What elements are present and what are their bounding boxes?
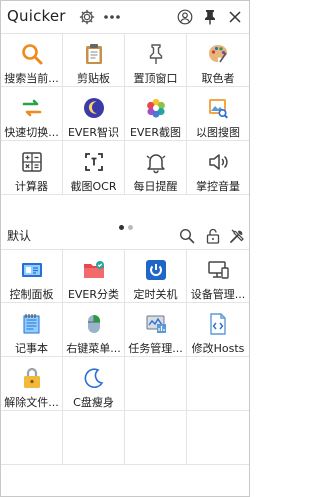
action-label: EVER分类 (67, 288, 120, 301)
code-file-icon (205, 311, 231, 337)
action-ever-category[interactable]: EVER分类 (63, 249, 125, 303)
action-color-picker[interactable]: 取色者 (187, 33, 249, 87)
action-unlock-file[interactable]: 解除文件... (1, 357, 63, 411)
palette-icon (205, 41, 231, 67)
action-label: 设备管理... (190, 288, 246, 301)
action-clipboard[interactable]: 剪贴板 (63, 33, 125, 87)
action-label: 取色者 (201, 72, 235, 85)
task-manager-icon (143, 311, 169, 337)
ever-knowledge-icon (81, 95, 107, 121)
control-panel-icon (19, 257, 45, 283)
tools-icon[interactable] (228, 227, 246, 245)
settings-gear-icon[interactable] (77, 7, 97, 27)
action-label: 剪贴板 (77, 72, 110, 85)
action-control-panel[interactable]: 控制面板 (1, 249, 63, 303)
quicker-panel: Quicker 搜索当前... 剪贴板 置顶窗口 取色者 快速切换... EVE… (0, 0, 250, 497)
action-context-menu[interactable]: 右键菜单... (63, 303, 125, 357)
padlock-icon (19, 365, 45, 391)
speaker-volume-icon (205, 149, 231, 175)
app-title: Quicker (7, 7, 66, 25)
empty-slot (1, 411, 63, 465)
action-notepad[interactable]: 记事本 (1, 303, 63, 357)
action-calculator[interactable]: 计算器 (1, 141, 63, 195)
action-label: 置顶窗口 (133, 72, 178, 85)
action-edit-hosts[interactable]: 修改Hosts (187, 303, 249, 357)
empty-slot (187, 411, 249, 465)
page-dot[interactable] (128, 225, 133, 230)
close-icon[interactable] (225, 7, 245, 27)
action-label: 控制面板 (9, 288, 54, 301)
action-pin-window[interactable]: 置顶窗口 (125, 33, 187, 87)
section-label: 默认 (7, 229, 32, 243)
action-label: 记事本 (15, 342, 48, 355)
action-ever-knowledge[interactable]: EVER智识 (63, 87, 125, 141)
action-label: 截图OCR (70, 180, 117, 193)
calculator-icon (19, 149, 45, 175)
action-label: 快速切换... (4, 126, 59, 139)
folder-icon (81, 257, 107, 283)
action-label: C盘瘦身 (73, 396, 114, 409)
action-label: 解除文件... (4, 396, 59, 409)
empty-slot (63, 411, 125, 465)
action-label: 任务管理... (128, 342, 183, 355)
action-label: 以图搜图 (196, 126, 240, 139)
action-task-manager[interactable]: 任务管理... (125, 303, 187, 357)
pushpin-icon (143, 41, 169, 67)
action-timed-shutdown[interactable]: 定时关机 (125, 249, 187, 303)
action-label: 右键菜单... (66, 342, 121, 355)
clipboard-icon (81, 41, 107, 67)
action-label: 搜索当前... (4, 72, 59, 85)
more-menu-icon[interactable] (102, 7, 122, 27)
default-action-grid: 控制面板 EVER分类 定时关机 设备管理... 记事本 右键菜单... 任务管… (1, 249, 249, 465)
power-icon (143, 257, 169, 283)
action-volume-control[interactable]: 掌控音量 (187, 141, 249, 195)
action-daily-reminder[interactable]: 每日提醒 (125, 141, 187, 195)
action-ever-screenshot[interactable]: EVER截图 (125, 87, 187, 141)
empty-slot (125, 357, 187, 411)
action-label: 掌控音量 (196, 180, 240, 193)
title-bar: Quicker (1, 1, 249, 33)
action-c-drive-cleanup[interactable]: C盘瘦身 (63, 357, 125, 411)
pin-icon[interactable] (200, 7, 220, 27)
switch-arrows-icon (19, 95, 45, 121)
action-label: 定时关机 (133, 288, 178, 301)
action-label: EVER智识 (67, 126, 120, 139)
empty-slot (125, 411, 187, 465)
action-label: 计算器 (15, 180, 48, 193)
user-account-icon[interactable] (175, 7, 195, 27)
action-device-manager[interactable]: 设备管理... (187, 249, 249, 303)
search-icon (19, 41, 45, 67)
action-grid-page: 搜索当前... 剪贴板 置顶窗口 取色者 快速切换... EVER智识 EVER… (1, 33, 249, 195)
image-search-icon (205, 95, 231, 121)
lock-icon[interactable] (204, 227, 222, 245)
crescent-moon-icon (81, 365, 107, 391)
empty-slot (187, 357, 249, 411)
mouse-icon (81, 311, 107, 337)
action-search-current[interactable]: 搜索当前... (1, 33, 63, 87)
action-image-search[interactable]: 以图搜图 (187, 87, 249, 141)
action-label: 修改Hosts (191, 342, 245, 355)
page-dot-active[interactable] (119, 225, 124, 230)
action-screenshot-ocr[interactable]: 截图OCR (63, 141, 125, 195)
search-icon[interactable] (178, 227, 196, 245)
ever-screenshot-icon (143, 95, 169, 121)
action-label: 每日提醒 (133, 180, 178, 193)
ocr-scan-icon (81, 149, 107, 175)
device-manager-icon (205, 257, 231, 283)
action-label: EVER截图 (129, 126, 182, 139)
action-quick-switch[interactable]: 快速切换... (1, 87, 63, 141)
notepad-icon (19, 311, 45, 337)
bell-icon (143, 149, 169, 175)
